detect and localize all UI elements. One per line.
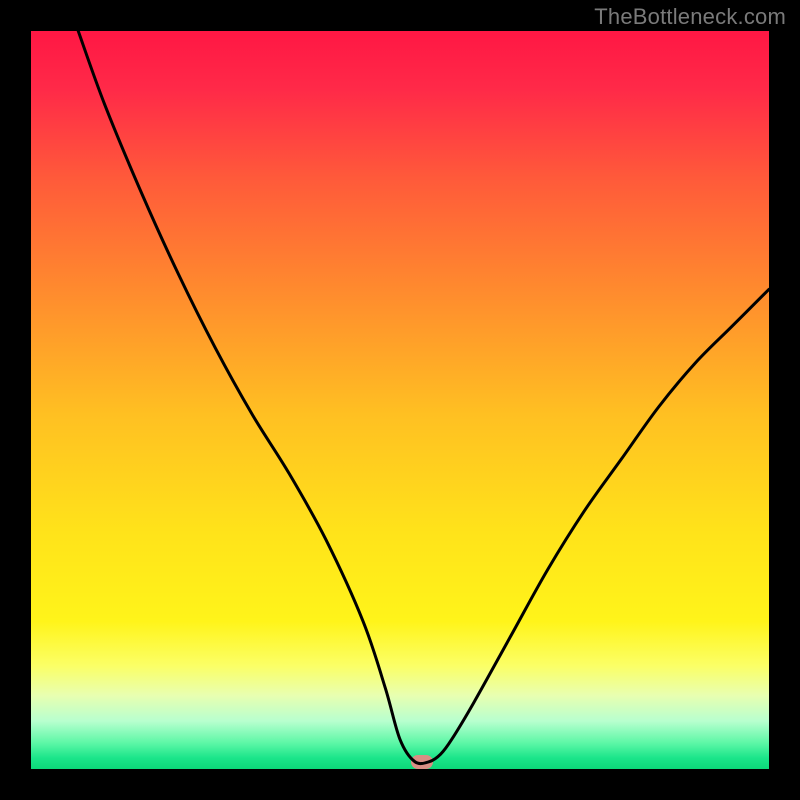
watermark-text: TheBottleneck.com [594,4,786,30]
plot-area [31,31,769,769]
bottleneck-curve [31,31,769,769]
chart-frame: TheBottleneck.com [0,0,800,800]
